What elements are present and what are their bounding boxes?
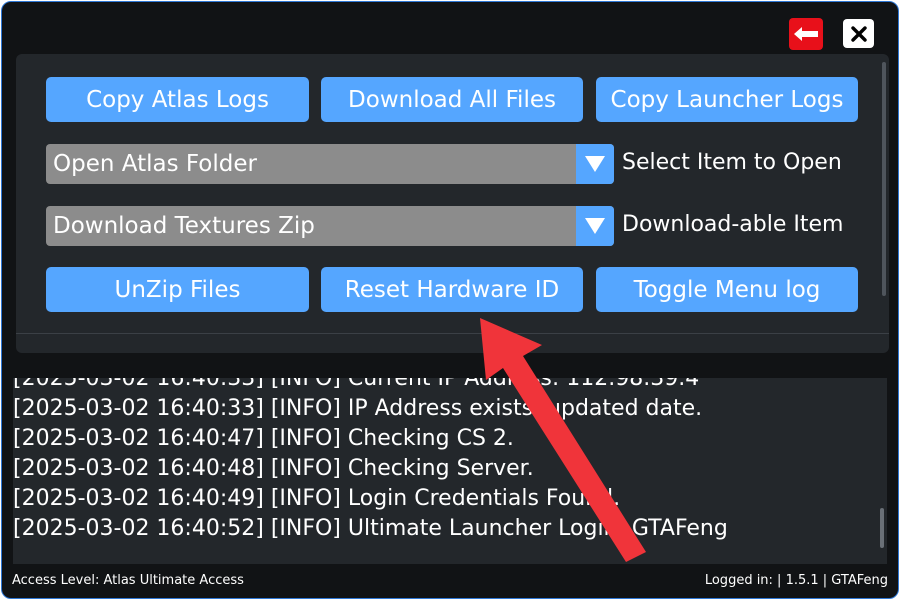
chevron-down-icon[interactable] bbox=[576, 206, 614, 246]
back-button[interactable] bbox=[789, 18, 823, 50]
launcher-window: Copy Atlas Logs Download All Files Copy … bbox=[1, 1, 899, 599]
log-line: [2025-03-02 16:40:48] [INFO] Checking Se… bbox=[13, 456, 534, 481]
toggle-menu-log-button[interactable]: Toggle Menu log bbox=[596, 267, 858, 312]
download-all-files-button[interactable]: Download All Files bbox=[321, 77, 583, 122]
status-footer: Access Level: Atlas Ultimate Access Logg… bbox=[2, 568, 898, 596]
log-line: [2025-03-02 16:40:47] [INFO] Checking CS… bbox=[13, 426, 514, 451]
tools-panel: Copy Atlas Logs Download All Files Copy … bbox=[16, 54, 889, 353]
panel-divider bbox=[16, 333, 889, 334]
log-output[interactable]: [2025-03-02 16:40:33] [INFO] Current IP … bbox=[13, 378, 887, 564]
reset-hardware-id-button[interactable]: Reset Hardware ID bbox=[321, 267, 583, 312]
open-item-select-value: Open Atlas Folder bbox=[53, 151, 257, 177]
log-line: [2025-03-02 16:40:33] [INFO] IP Address … bbox=[13, 396, 703, 421]
back-arrow-icon bbox=[794, 27, 818, 41]
copy-atlas-logs-button[interactable]: Copy Atlas Logs bbox=[46, 77, 309, 122]
close-icon bbox=[850, 25, 867, 42]
copy-launcher-logs-button[interactable]: Copy Launcher Logs bbox=[596, 77, 858, 122]
panel-scrollbar[interactable] bbox=[882, 62, 886, 296]
log-lines: [2025-03-02 16:40:33] [INFO] Current IP … bbox=[13, 378, 728, 544]
access-level-text: Access Level: Atlas Ultimate Access bbox=[12, 573, 244, 588]
open-item-label: Select Item to Open bbox=[622, 150, 842, 175]
log-line: [2025-03-02 16:40:49] [INFO] Login Crede… bbox=[13, 486, 621, 511]
log-scrollbar[interactable] bbox=[880, 508, 884, 548]
download-item-select-value: Download Textures Zip bbox=[53, 213, 315, 239]
log-line: [2025-03-02 16:40:52] [INFO] Ultimate La… bbox=[13, 516, 728, 541]
logged-in-text: Logged in: | 1.5.1 | GTAFeng bbox=[704, 573, 888, 588]
close-button[interactable] bbox=[843, 19, 874, 48]
unzip-files-button[interactable]: UnZip Files bbox=[46, 267, 309, 312]
download-item-label: Download-able Item bbox=[622, 212, 844, 237]
download-item-select[interactable]: Download Textures Zip bbox=[46, 206, 614, 246]
log-line: [2025-03-02 16:40:33] [INFO] Current IP … bbox=[13, 378, 700, 391]
open-item-select[interactable]: Open Atlas Folder bbox=[46, 144, 614, 184]
chevron-down-icon[interactable] bbox=[576, 144, 614, 184]
